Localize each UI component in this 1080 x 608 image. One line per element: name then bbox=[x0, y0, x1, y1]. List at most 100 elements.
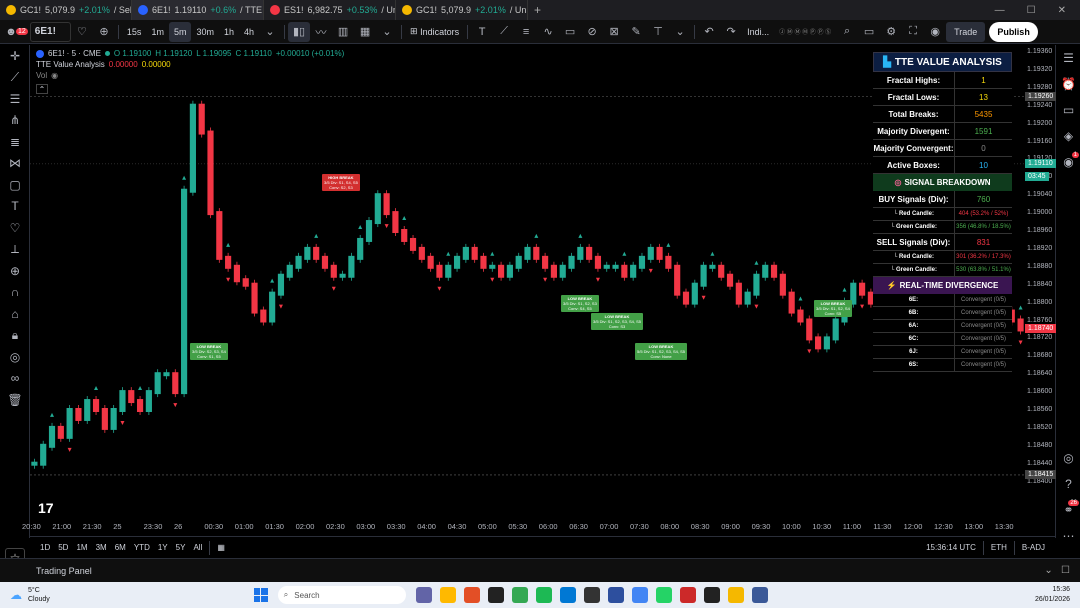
brush-icon[interactable]: ✎ bbox=[625, 22, 647, 42]
camera-icon[interactable]: ◉ bbox=[924, 22, 946, 42]
trade-button[interactable]: Trade bbox=[946, 21, 986, 42]
broadcast-icon[interactable]: ⚭ 26 bbox=[1056, 497, 1080, 523]
search-icon[interactable]: ⌕ bbox=[836, 22, 858, 42]
trading-panel-label[interactable]: Trading Panel bbox=[36, 566, 92, 576]
range-all[interactable]: All bbox=[189, 543, 206, 552]
chevron-down-icon[interactable]: ⌄ bbox=[376, 22, 398, 42]
quick-indicators[interactable]: Ⓙ Ⓜ Ⓜ Ⓜ Ⓟ Ⓟ Ⓢ bbox=[774, 22, 836, 42]
help-icon[interactable]: ? bbox=[1056, 471, 1080, 497]
text-tool-icon[interactable]: T bbox=[0, 196, 30, 218]
more-icon[interactable]: ⋯ bbox=[1056, 523, 1080, 549]
fib-retracement-icon[interactable]: ≣ bbox=[0, 131, 30, 153]
file-explorer-icon[interactable] bbox=[439, 587, 456, 603]
range-6m[interactable]: 6M bbox=[111, 543, 130, 552]
close-window-icon[interactable]: ✕ bbox=[1058, 5, 1066, 16]
chevron-down-icon[interactable]: ⌄ ☐ bbox=[1044, 565, 1080, 576]
browser-tab[interactable]: ES1!6,982.75+0.53%/ Un✕ bbox=[264, 0, 396, 20]
range-5y[interactable]: 5Y bbox=[172, 543, 190, 552]
new-tab-icon[interactable]: + bbox=[528, 3, 541, 17]
browser-tab[interactable]: GC1!5,079.9+2.01%/ Sel✕ bbox=[0, 0, 132, 20]
adjustment-button[interactable]: B-ADJ bbox=[1018, 543, 1055, 552]
copilot-icon[interactable] bbox=[415, 587, 432, 603]
app-icon[interactable] bbox=[607, 587, 624, 603]
browser-tab-active[interactable]: 6E1!1.19110+0.6%/ TTE✕ bbox=[132, 0, 264, 20]
edge-icon[interactable] bbox=[559, 587, 576, 603]
chrome-icon[interactable] bbox=[511, 587, 528, 603]
target-icon[interactable]: ◎ bbox=[1056, 445, 1080, 471]
session-button[interactable]: ETH bbox=[987, 543, 1011, 552]
trendline-icon[interactable]: ⟋ bbox=[0, 67, 30, 89]
link-icon[interactable]: ∞ bbox=[0, 368, 30, 390]
trash-icon[interactable]: 🗑︎ bbox=[0, 389, 30, 411]
timeframe-15s[interactable]: 15s bbox=[122, 22, 147, 42]
redo-icon[interactable]: ↷ bbox=[720, 22, 742, 42]
eye-icon[interactable]: ◉ bbox=[51, 71, 58, 80]
horizontal-lines-icon[interactable]: ☰ bbox=[0, 88, 30, 110]
app-icon[interactable] bbox=[679, 587, 696, 603]
collapse-legend-icon[interactable]: ⌃ bbox=[36, 84, 48, 94]
app-icon[interactable] bbox=[535, 587, 552, 603]
candles-icon[interactable]: ▮▯ bbox=[288, 21, 311, 42]
eye-icon[interactable]: ◎ bbox=[0, 346, 30, 368]
app-icon[interactable] bbox=[463, 587, 480, 603]
app-icon[interactable] bbox=[583, 587, 600, 603]
range-1y[interactable]: 1Y bbox=[154, 543, 172, 552]
magnet-icon[interactable]: ∩ bbox=[0, 282, 30, 304]
range-5d[interactable]: 5D bbox=[54, 543, 72, 552]
taskbar-clock[interactable]: 15:36 26/01/2026 bbox=[1035, 585, 1070, 605]
app-icon[interactable] bbox=[703, 587, 720, 603]
rect-icon[interactable]: ▭ bbox=[559, 22, 581, 42]
lock-drawings-icon[interactable]: ⌂ bbox=[0, 303, 30, 325]
windows-start-icon[interactable] bbox=[253, 588, 268, 602]
minimize-icon[interactable]: — bbox=[995, 5, 1005, 16]
time-axis[interactable]: 20:30 21:00 21:30 25 23:30 26 00:30 01:00 01:30 0… bbox=[22, 518, 1025, 536]
timeframe-4h[interactable]: 4h bbox=[239, 22, 259, 42]
timeframe-30m[interactable]: 30m bbox=[191, 22, 219, 42]
tradingview-icon[interactable] bbox=[487, 587, 504, 603]
line-chart-icon[interactable]: 〰 bbox=[310, 22, 332, 42]
range-ytd[interactable]: YTD bbox=[130, 543, 154, 552]
compare-icon[interactable]: ♡ bbox=[71, 22, 93, 42]
chevron-down-icon[interactable]: ⌄ bbox=[669, 22, 691, 42]
publish-button[interactable]: Publish bbox=[989, 21, 1038, 42]
timeframe-1h[interactable]: 1h bbox=[219, 22, 239, 42]
alerts-icon[interactable]: ⏰ bbox=[1056, 71, 1080, 97]
crosshair-icon[interactable]: ✛ bbox=[0, 45, 30, 67]
bar-chart-icon[interactable]: ▥ bbox=[332, 22, 354, 42]
indicators-button[interactable]: ⊞ Indicators bbox=[405, 22, 464, 42]
notifications-icon[interactable]: ◉ 1 bbox=[1056, 149, 1080, 175]
measure-icon[interactable]: ⊠ bbox=[603, 22, 625, 42]
shape-tool-icon[interactable]: ▢ bbox=[0, 174, 30, 196]
clock[interactable]: 15:36:14 UTC bbox=[922, 543, 980, 552]
layout-icon[interactable]: ▭ bbox=[858, 22, 880, 42]
fullscreen-icon[interactable]: ⛶ bbox=[902, 22, 924, 42]
maximize-icon[interactable]: ☐ bbox=[1027, 5, 1036, 16]
chevron-down-icon[interactable]: ⌄ bbox=[259, 22, 281, 42]
undo-icon[interactable]: ↶ bbox=[698, 22, 720, 42]
range-1d[interactable]: 1D bbox=[36, 543, 54, 552]
pitchfork-icon[interactable]: ⋔ bbox=[0, 110, 30, 132]
goto-date-icon[interactable]: ▦ bbox=[213, 543, 229, 552]
pattern-tool-icon[interactable]: ⋈ bbox=[0, 153, 30, 175]
trend-icon[interactable]: ⟋ bbox=[493, 22, 515, 42]
text-tool-icon[interactable]: T bbox=[471, 22, 493, 42]
range-1m[interactable]: 1M bbox=[72, 543, 91, 552]
timeframe-1m[interactable]: 1m bbox=[146, 22, 169, 42]
add-symbol-icon[interactable]: ⊕ bbox=[93, 22, 115, 42]
price-axis[interactable]: 1.19360 1.19320 1.19280 1.19240 1.19200 1.191… bbox=[1025, 45, 1055, 518]
timeframe-5m[interactable]: 5m bbox=[168, 21, 192, 42]
heart-icon[interactable]: ♡ bbox=[0, 217, 30, 239]
heikin-icon[interactable]: ▦ bbox=[354, 22, 376, 42]
lock-icon[interactable]: 🔒︎ bbox=[0, 325, 30, 347]
watchlist-icon[interactable]: ☰ bbox=[1056, 45, 1080, 71]
whatsapp-icon[interactable] bbox=[655, 587, 672, 603]
note-icon[interactable]: ⊤ bbox=[647, 22, 669, 42]
weather-widget[interactable]: 5°C Cloudy bbox=[28, 586, 50, 604]
layers-icon[interactable]: ◈ bbox=[1056, 123, 1080, 149]
fib-icon[interactable]: ≡ bbox=[515, 22, 537, 42]
app-icon[interactable] bbox=[751, 587, 768, 603]
ruler-icon[interactable]: ⟂ bbox=[0, 239, 30, 261]
volume-indicator[interactable]: Vol bbox=[36, 71, 47, 80]
app-icon[interactable] bbox=[631, 587, 648, 603]
chat-icon[interactable]: ▭ bbox=[1056, 97, 1080, 123]
